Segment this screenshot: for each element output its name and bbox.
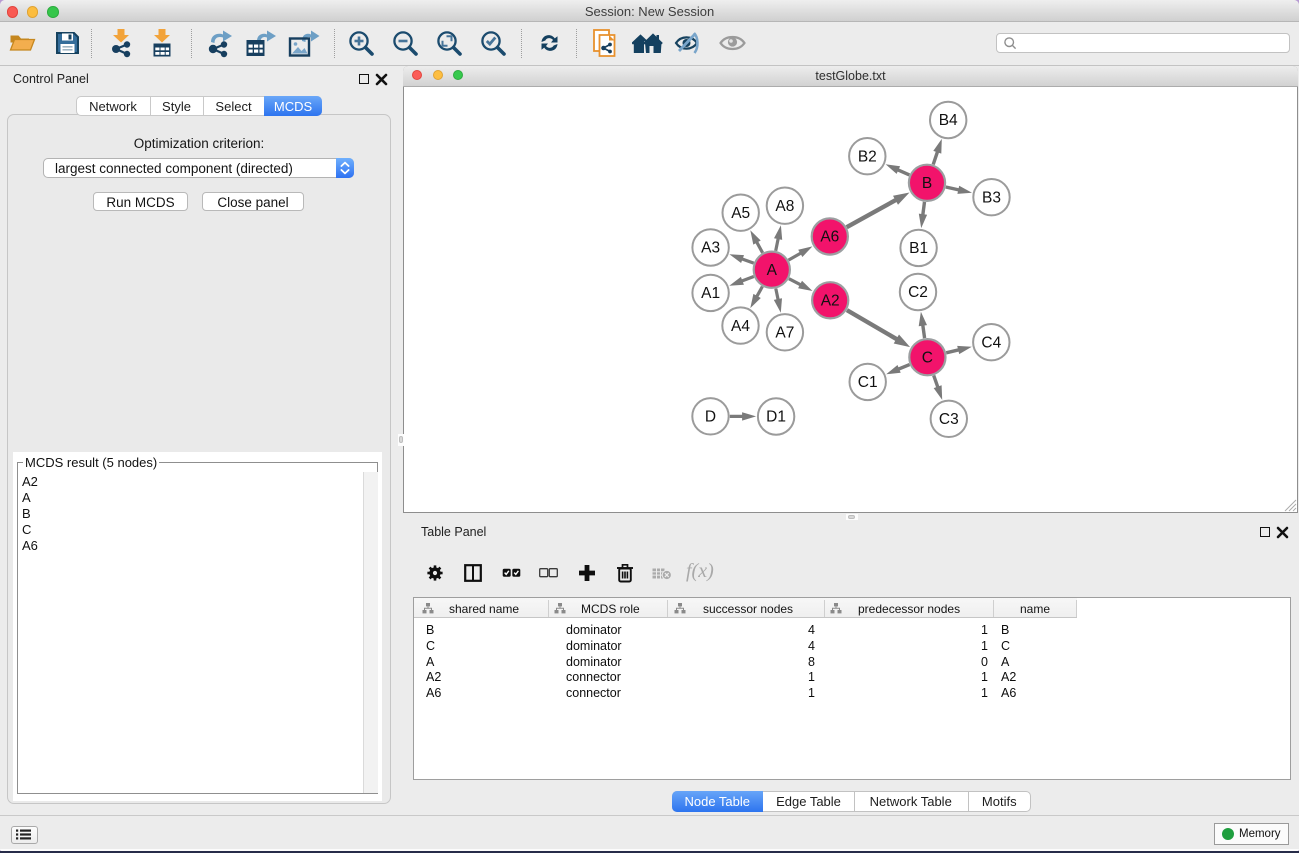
svg-text:A6: A6 (820, 229, 839, 246)
svg-text:B1: B1 (909, 240, 928, 257)
svg-text:C: C (922, 349, 933, 366)
svg-text:B4: B4 (939, 112, 958, 129)
svg-text:B: B (922, 175, 932, 192)
svg-text:D1: D1 (766, 409, 786, 426)
svg-text:D: D (705, 409, 716, 426)
svg-text:C1: C1 (858, 374, 878, 391)
svg-text:A3: A3 (701, 240, 720, 257)
svg-text:A1: A1 (701, 285, 720, 302)
svg-text:A: A (767, 262, 778, 279)
svg-text:A8: A8 (775, 198, 794, 215)
svg-text:A2: A2 (821, 293, 840, 310)
svg-text:B2: B2 (858, 148, 877, 165)
svg-text:C3: C3 (939, 411, 959, 428)
svg-text:B3: B3 (982, 189, 1001, 206)
svg-text:C4: C4 (981, 334, 1001, 351)
svg-text:A4: A4 (731, 318, 750, 335)
svg-text:A7: A7 (775, 325, 794, 342)
svg-text:A5: A5 (731, 205, 750, 222)
svg-text:C2: C2 (908, 284, 928, 301)
